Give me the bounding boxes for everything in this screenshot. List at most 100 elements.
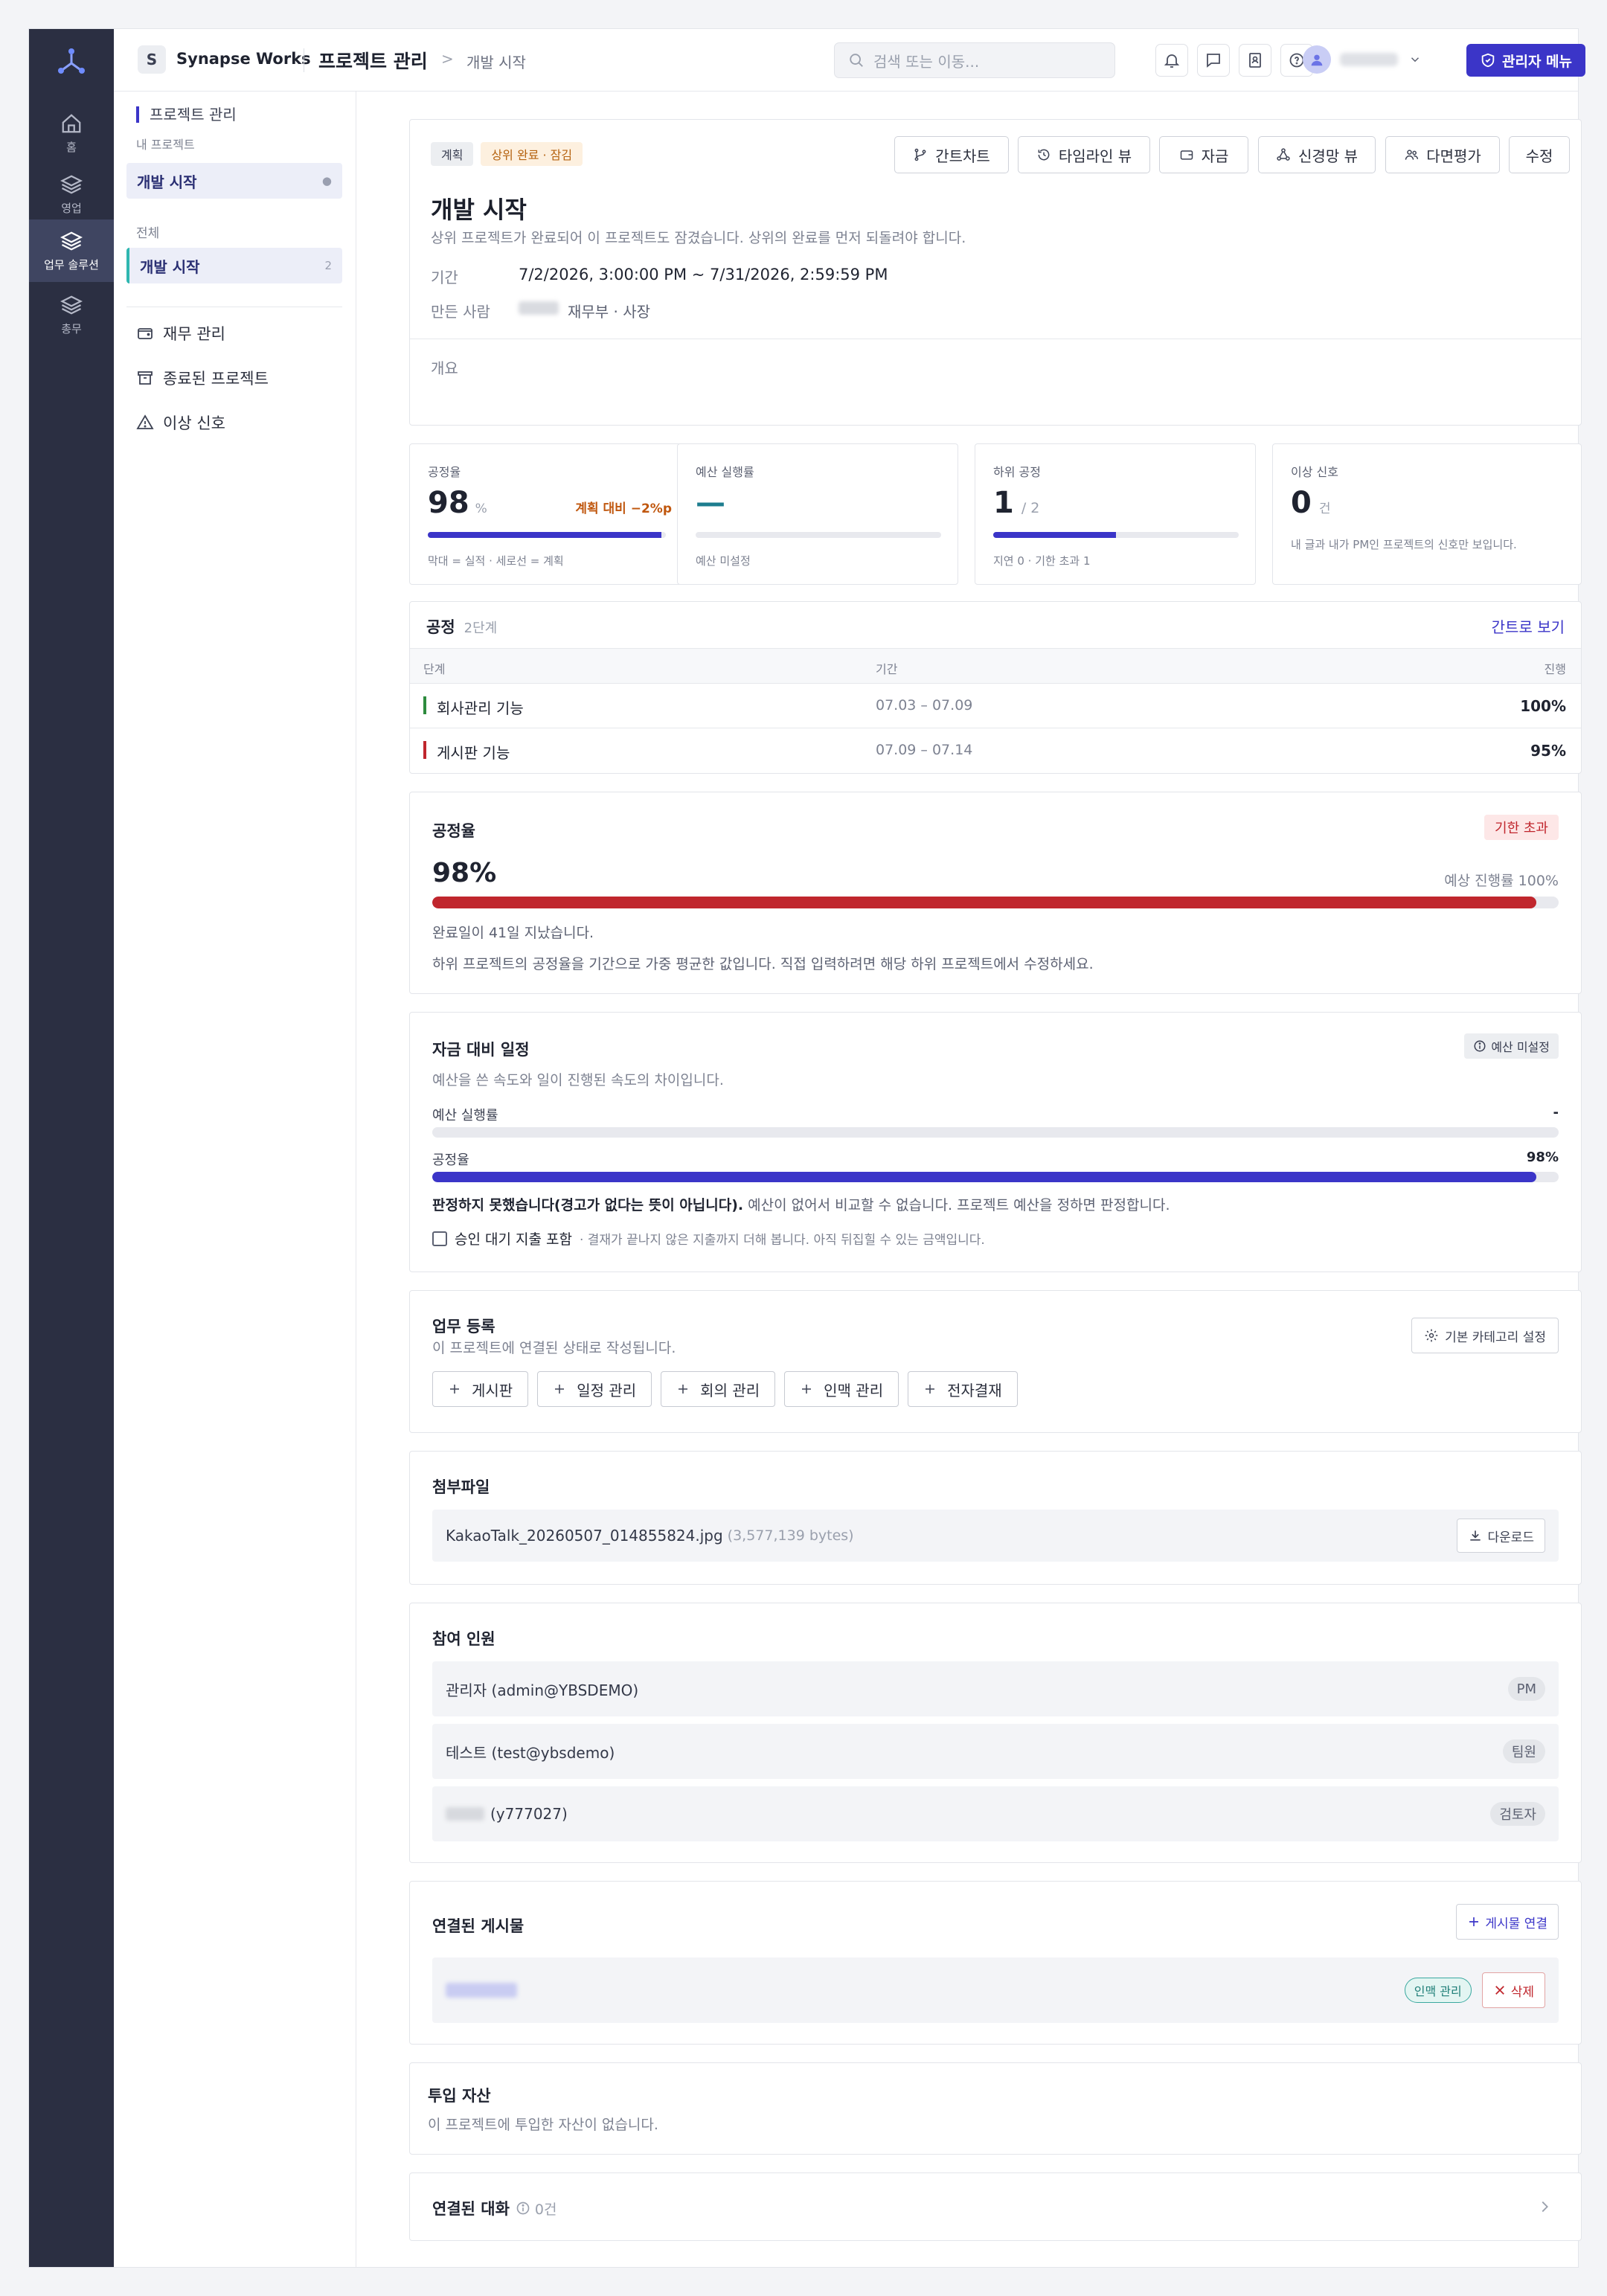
task-register-card: 업무 등록 이 프로젝트에 연결된 상태로 작성됩니다. 기본 카테고리 설정 … <box>409 1290 1582 1433</box>
rail-item-general-affairs[interactable]: 총무 <box>29 285 114 344</box>
metric-value: 98 <box>428 486 469 520</box>
plus-icon <box>802 1385 812 1394</box>
metric-value: 0 <box>1291 486 1312 520</box>
expected-rate: 예상 진행률 100% <box>1444 873 1559 889</box>
add-schedule-button[interactable]: 일정 관리 <box>537 1371 652 1407</box>
delete-button[interactable]: 삭제 <box>1481 1972 1545 2008</box>
add-label: 일정 관리 <box>577 1381 637 1399</box>
multi-review-button[interactable]: 다면평가 <box>1385 136 1500 173</box>
rate-bar-fill <box>432 897 1536 908</box>
timeline-label: 타임라인 뷰 <box>1058 147 1132 165</box>
sidebar-item-label: 재무 관리 <box>163 325 225 343</box>
post-title-redacted <box>446 1983 517 1998</box>
budget-value: - <box>1553 1105 1559 1120</box>
metric-label: 하위 공정 <box>993 465 1041 479</box>
lock-message: 상위 프로젝트가 완료되어 이 프로젝트도 잠겼습니다. 상위의 완료를 먼저 … <box>431 230 966 246</box>
overdue-badge: 기한 초과 <box>1484 815 1559 840</box>
category-settings-button[interactable]: 기본 카테고리 설정 <box>1411 1318 1559 1353</box>
attachments-card: 첨부파일 KakaoTalk_20260507_014855824.jpg (3… <box>409 1451 1582 1585</box>
branch-icon <box>914 148 926 161</box>
layers-icon <box>60 295 83 315</box>
fund-button[interactable]: 자금 <box>1159 136 1248 173</box>
member-row[interactable]: 테스트 (test@ybsdemo) 팀원 <box>432 1724 1559 1779</box>
column-header: 진행 <box>1544 662 1566 676</box>
progress-label: 공정율 <box>432 1152 469 1168</box>
wallet-icon <box>1180 150 1193 160</box>
timeline-button[interactable]: 타임라인 뷰 <box>1018 136 1150 173</box>
member-row[interactable]: (y777027) 검토자 <box>432 1786 1559 1841</box>
delete-label: 삭제 <box>1510 1984 1534 2000</box>
rate-bar <box>432 897 1559 908</box>
info-icon <box>516 2202 530 2215</box>
link-post-button[interactable]: 게시물 연결 <box>1456 1904 1559 1940</box>
member-name-redacted <box>446 1807 484 1821</box>
gantt-button[interactable]: 간트차트 <box>894 136 1009 173</box>
sidebar-item-label: 개발 시작 <box>140 257 200 276</box>
sidebar-title: 프로젝트 관리 <box>136 106 237 123</box>
layers-icon <box>60 231 83 251</box>
add-network-button[interactable]: 인맥 관리 <box>784 1371 899 1407</box>
table-row[interactable]: 게시판 기능 07.09 – 07.14 95% <box>410 728 1581 773</box>
include-pending-checkbox[interactable] <box>432 1231 447 1246</box>
avatar <box>1303 45 1331 74</box>
column-header: 기간 <box>876 662 898 676</box>
sidebar-item-my-project[interactable]: 개발 시작 ● <box>126 163 342 199</box>
neural-view-button[interactable]: 신경망 뷰 <box>1258 136 1376 173</box>
section-title: 투입 자산 <box>428 2087 491 2105</box>
add-approval-button[interactable]: 전자결재 <box>908 1371 1018 1407</box>
attachment-filename[interactable]: KakaoTalk_20260507_014855824.jpg <box>446 1527 723 1545</box>
user-icon <box>1311 54 1323 66</box>
attachment-row: KakaoTalk_20260507_014855824.jpg (3,577,… <box>432 1510 1559 1562</box>
section-title: 공정율 <box>432 822 475 840</box>
budget-unset-badge: 예산 미설정 <box>1464 1033 1559 1059</box>
workspace-badge[interactable]: S <box>138 45 166 74</box>
row-period: 07.09 – 07.14 <box>876 742 973 758</box>
linked-post-row[interactable]: 인맥 관리 삭제 <box>432 1957 1559 2023</box>
rate-description: 하위 프로젝트의 공정율을 기간으로 가중 평균한 값입니다. 직접 입력하려면… <box>432 956 1094 972</box>
download-button[interactable]: 다운로드 <box>1457 1519 1545 1553</box>
notifications-button[interactable] <box>1155 44 1188 77</box>
sidebar-item-alerts[interactable]: 이상 신호 <box>136 411 225 434</box>
neural-view-label: 신경망 뷰 <box>1298 147 1358 165</box>
home-icon <box>62 113 81 132</box>
sidebar-item-closed[interactable]: 종료된 프로젝트 <box>136 367 269 389</box>
logo-icon[interactable] <box>55 45 88 78</box>
workspace-name[interactable]: Synapse Works <box>176 50 311 68</box>
row-name: 게시판 기능 <box>437 744 510 762</box>
users-icon <box>1405 150 1419 160</box>
admin-menu-button[interactable]: 관리자 메뉴 <box>1466 44 1585 77</box>
user-menu[interactable] <box>1303 45 1422 74</box>
member-name: 테스트 (test@ybsdemo) <box>446 1743 615 1762</box>
rail-item-work-solution[interactable]: 업무 솔루션 <box>29 219 114 282</box>
chat-count: 0건 <box>534 2201 557 2218</box>
edit-button[interactable]: 수정 <box>1509 136 1570 173</box>
metric-note: 내 글과 내가 PM인 프로젝트의 신호만 보입니다. <box>1291 538 1517 551</box>
table-row[interactable]: 회사관리 기능 07.03 – 07.09 100% <box>410 684 1581 728</box>
linked-posts-card: 연결된 게시물 게시물 연결 인맥 관리 삭제 <box>409 1881 1582 2045</box>
sidebar-item-all-project[interactable]: 개발 시작 2 <box>126 248 342 283</box>
add-board-button[interactable]: 게시판 <box>432 1371 529 1407</box>
search-input[interactable]: 검색 또는 이동... <box>834 42 1115 78</box>
sidebar-item-finance[interactable]: 재무 관리 <box>136 322 225 344</box>
metric-card-alert: 이상 신호 0 건 내 글과 내가 PM인 프로젝트의 신호만 보입니다. <box>1272 443 1582 585</box>
row-progress: 100% <box>1520 697 1566 715</box>
member-role: 팀원 <box>1502 1739 1545 1763</box>
budget-bar <box>696 532 941 538</box>
gantt-link[interactable]: 간트로 보기 <box>1492 615 1565 637</box>
verdict-rest: 예산이 없어서 비교할 수 없습니다. 프로젝트 예산을 정하면 판정합니다. <box>743 1197 1170 1213</box>
metric-value: 1 <box>993 486 1014 520</box>
sidebar-section-my: 내 프로젝트 <box>136 138 195 152</box>
download-icon <box>1470 1530 1481 1541</box>
member-row[interactable]: 관리자 (admin@YBSDEMO) PM <box>432 1661 1559 1716</box>
contacts-button[interactable] <box>1239 44 1271 77</box>
rail-item-sales[interactable]: 영업 <box>29 164 114 224</box>
linked-chats-card[interactable]: 연결된 대화 0건 <box>409 2172 1582 2241</box>
shield-icon <box>1481 53 1495 68</box>
contact-book-icon <box>1249 53 1261 68</box>
add-meeting-button[interactable]: 회의 관리 <box>661 1371 776 1407</box>
breadcrumb-section[interactable]: 프로젝트 관리 <box>318 47 428 74</box>
verdict-text: 판정하지 못했습니다(경고가 없다는 뜻이 아닙니다). 예산이 없어서 비교할… <box>432 1194 1170 1214</box>
messages-button[interactable] <box>1197 44 1230 77</box>
assets-empty: 이 프로젝트에 투입한 자산이 없습니다. <box>428 2117 658 2133</box>
rail-item-home[interactable]: 홈 <box>29 103 114 163</box>
